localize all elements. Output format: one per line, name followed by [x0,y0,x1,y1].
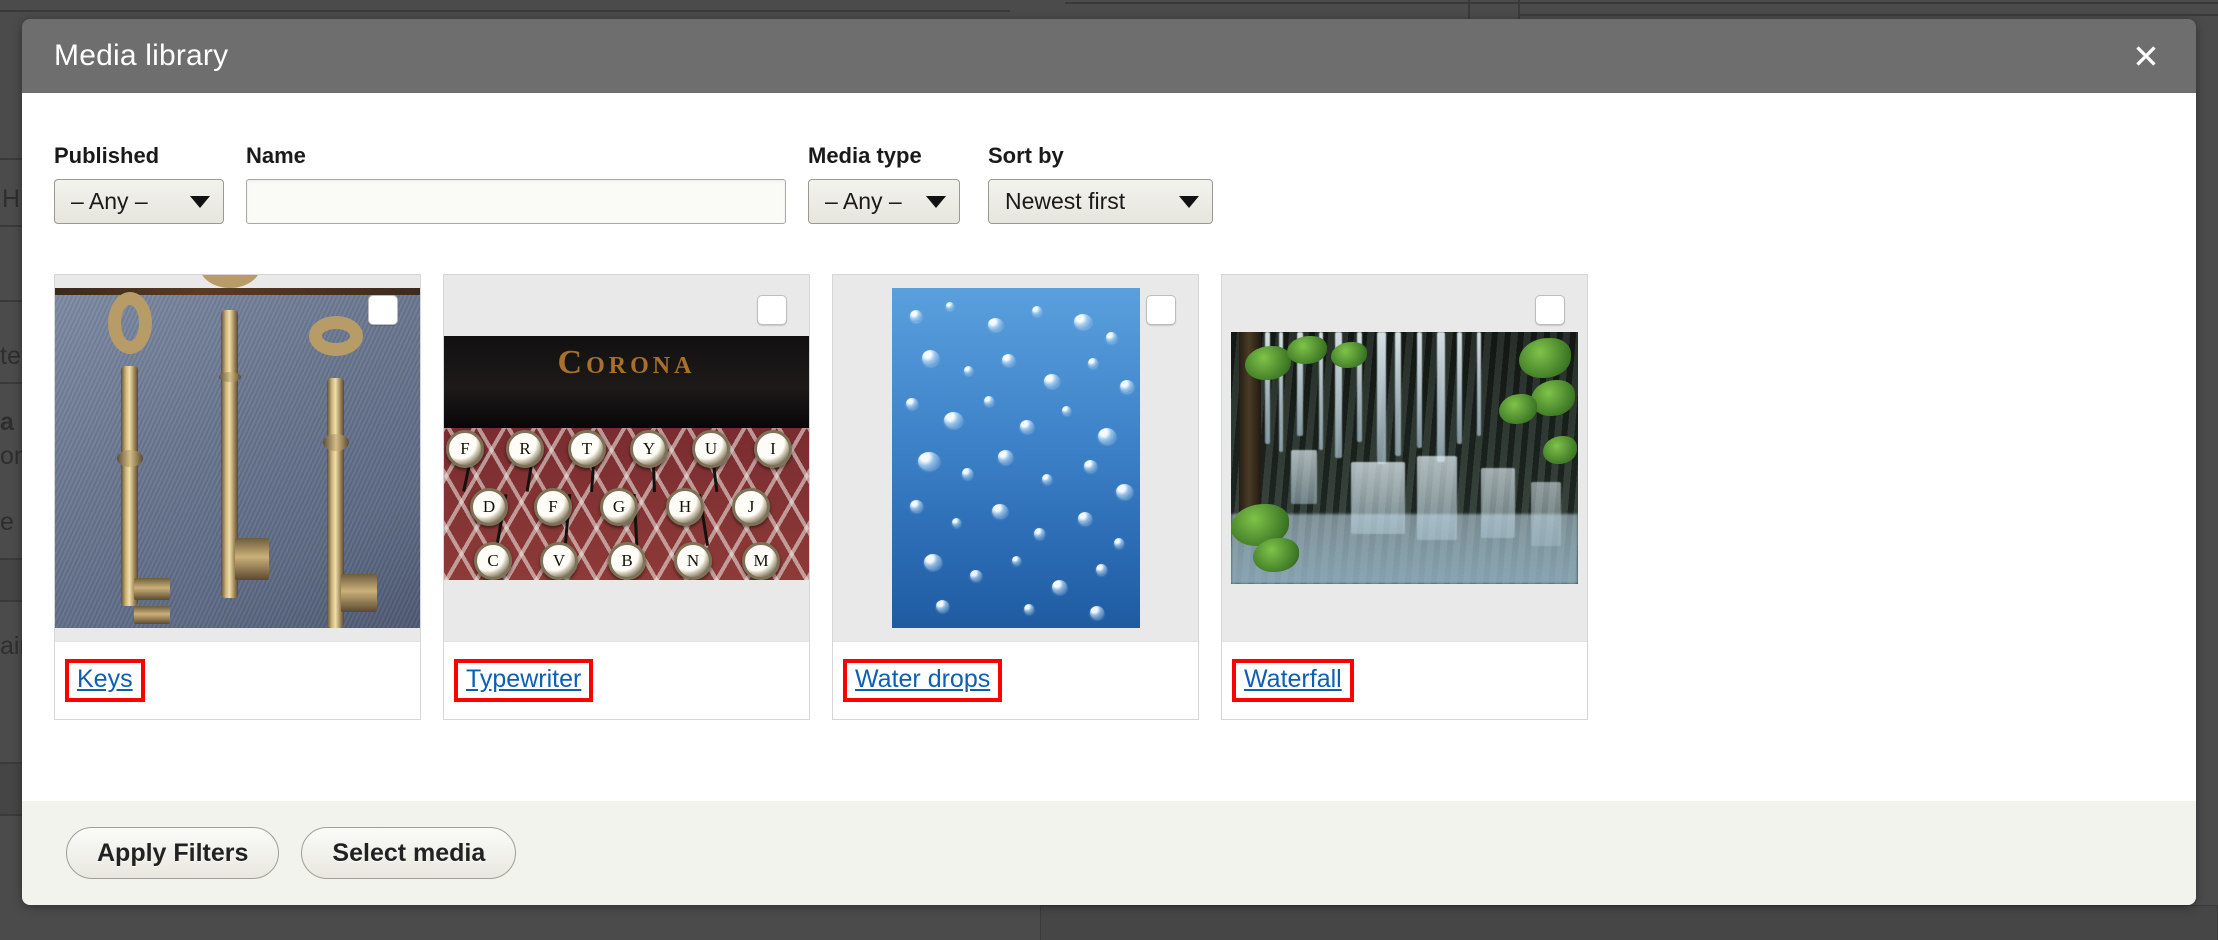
sort-by-label: Sort by [988,143,1064,168]
sort-by-select[interactable]: Newest first [988,179,1213,224]
media-link-highlight: Water drops [843,658,1003,703]
filter-media-type: Media type – Any – [808,145,960,224]
published-label: Published [54,143,160,168]
apply-filters-button[interactable]: Apply Filters [66,827,280,879]
filter-published: Published – Any – [54,145,224,224]
published-select[interactable]: – Any – [54,179,224,224]
media-item-link[interactable]: Keys [77,665,133,693]
keys-image [55,275,420,628]
backdrop-text-fragment: te [0,342,21,370]
sort-by-select-value[interactable]: Newest first [988,179,1213,224]
search-input[interactable] [246,179,786,224]
media-link-highlight: Keys [65,658,145,703]
close-icon[interactable]: ✕ [2126,36,2166,76]
media-card-footer: Keys [55,641,420,719]
backdrop-rule [1520,14,2218,16]
media-item-link[interactable]: Waterfall [1244,665,1342,693]
filter-name: Name [246,145,786,224]
media-card-footer: Waterfall [1222,641,1587,719]
media-select-checkbox[interactable] [368,295,398,325]
water-drops-image [891,288,1140,628]
media-card[interactable]: Waterfall [1221,274,1588,720]
media-card[interactable]: Corona F R T Y U I D F G H J C V B N M T… [443,274,810,720]
backdrop-text-fragment: H [2,185,21,213]
media-select-checkbox[interactable] [757,295,787,325]
published-select-value[interactable]: – Any – [54,179,224,224]
media-link-highlight: Typewriter [454,658,594,703]
media-type-select[interactable]: – Any – [808,179,960,224]
media-card[interactable]: Keys [54,274,421,720]
filter-sort-by: Sort by Newest first [988,145,1213,224]
backdrop-text-fragment: a [0,408,14,436]
media-select-checkbox[interactable] [1146,295,1176,325]
media-grid: Keys Corona F R T Y U I D F G H J C V B … [54,274,2164,720]
media-thumbnail[interactable] [833,275,1198,641]
backdrop-panel [1040,905,2218,940]
media-thumbnail[interactable]: Corona F R T Y U I D F G H J C V B N M [444,275,809,641]
media-item-link[interactable]: Typewriter [466,665,581,693]
media-select-checkbox[interactable] [1535,295,1565,325]
name-label: Name [246,143,306,168]
page-title: Media library [54,39,229,72]
backdrop-rule [1065,2,2218,4]
dialog-header: Media library ✕ [22,19,2196,93]
backdrop-rule [0,10,1010,12]
dialog-footer: Apply Filters Select media [22,801,2196,905]
waterfall-image [1231,332,1578,584]
media-library-dialog: Media library ✕ Published – Any – Name M… [22,19,2196,905]
select-media-button[interactable]: Select media [301,827,517,879]
media-type-select-value[interactable]: – Any – [808,179,960,224]
media-card-footer: Water drops [833,641,1198,719]
filter-bar: Published – Any – Name Media type – Any … [54,93,2164,224]
media-thumbnail[interactable] [1222,275,1587,641]
media-link-highlight: Waterfall [1232,658,1354,703]
dialog-body: Published – Any – Name Media type – Any … [22,93,2196,801]
media-type-label: Media type [808,143,922,168]
media-card[interactable]: Water drops [832,274,1199,720]
media-card-footer: Typewriter [444,641,809,719]
media-thumbnail[interactable] [55,275,420,641]
typewriter-image: Corona F R T Y U I D F G H J C V B N M [444,336,809,580]
media-item-link[interactable]: Water drops [855,665,990,693]
